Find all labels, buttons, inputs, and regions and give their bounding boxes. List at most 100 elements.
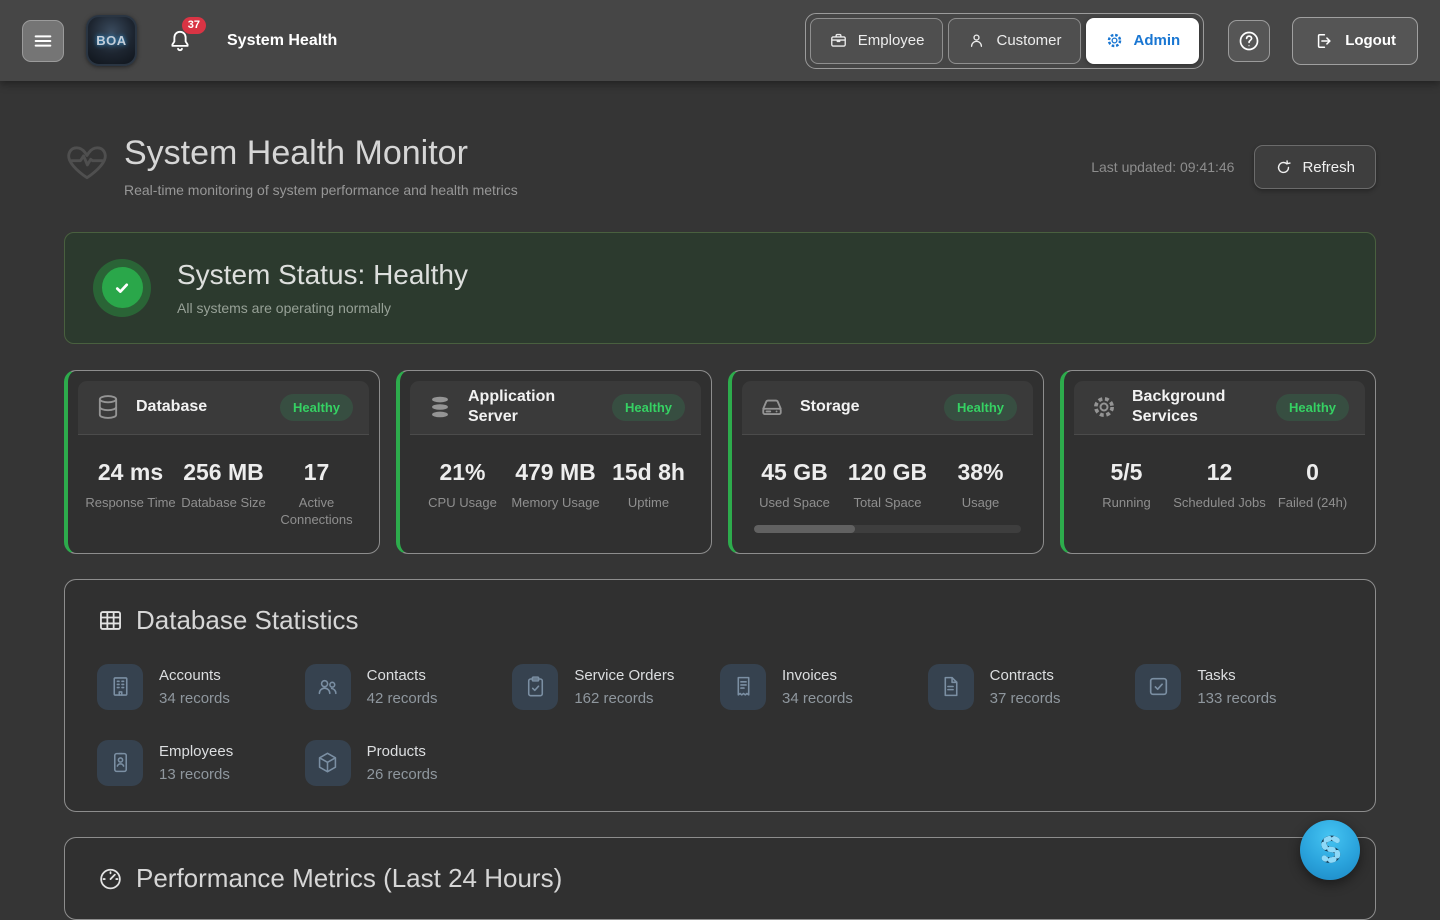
hamburger-icon xyxy=(32,30,54,52)
database-statistics-section: Database Statistics Accounts 34 records … xyxy=(64,579,1376,812)
record-item-name: Contracts xyxy=(990,667,1061,684)
record-item-count: 42 records xyxy=(367,690,438,707)
stat-value: 45 GB xyxy=(748,459,841,486)
notification-bell[interactable]: 37 xyxy=(167,28,193,54)
help-button[interactable] xyxy=(1228,20,1270,62)
health-card-icon xyxy=(758,393,786,421)
health-card: Background Services Healthy 5/5 Running … xyxy=(1060,370,1376,554)
stat-label: Uptime xyxy=(602,494,695,512)
role-label: Customer xyxy=(996,32,1061,49)
status-badge: Healthy xyxy=(944,394,1017,421)
stat-value: 12 xyxy=(1173,459,1266,486)
page-subtitle: Real-time monitoring of system performan… xyxy=(124,182,1091,198)
stat-block: 120 GB Total Space xyxy=(841,459,934,512)
page-title: System Health Monitor xyxy=(124,133,1091,174)
role-label: Employee xyxy=(858,32,925,49)
app-logo: BOA xyxy=(86,15,137,66)
stat-value: 17 xyxy=(270,459,363,486)
chat-assistant-button[interactable] xyxy=(1300,820,1360,880)
app-title: System Health xyxy=(227,32,337,50)
stat-value: 5/5 xyxy=(1080,459,1173,486)
table-grid-icon xyxy=(97,607,124,634)
stat-label: Failed (24h) xyxy=(1266,494,1359,512)
stat-label: Database Size xyxy=(177,494,270,512)
stat-value: 24 ms xyxy=(84,459,177,486)
stat-label: Memory Usage xyxy=(509,494,602,512)
health-card-title: Database xyxy=(136,397,266,417)
stat-block: 479 MB Memory Usage xyxy=(509,459,602,512)
stat-value: 38% xyxy=(934,459,1027,486)
record-item-count: 26 records xyxy=(367,766,438,783)
logout-label: Logout xyxy=(1345,32,1396,49)
stat-block: 24 ms Response Time xyxy=(84,459,177,529)
role-button[interactable]: Admin xyxy=(1086,18,1200,64)
logout-icon xyxy=(1314,31,1334,51)
health-card-stats: 5/5 Running 12 Scheduled Jobs 0 Failed (… xyxy=(1074,435,1365,512)
app-logo-text: BOA xyxy=(96,33,126,48)
performance-metrics-title: Performance Metrics (Last 24 Hours) xyxy=(136,863,562,894)
main-content: System Health Monitor Real-time monitori… xyxy=(0,81,1440,920)
record-count-item: Service Orders 162 records xyxy=(512,664,720,710)
refresh-label: Refresh xyxy=(1302,159,1355,176)
status-subtitle: All systems are operating normally xyxy=(177,300,468,316)
record-count-item: Contacts 42 records xyxy=(305,664,513,710)
stat-label: Active Connections xyxy=(270,494,363,529)
health-card-header: Background Services Healthy xyxy=(1074,381,1365,435)
notification-badge: 37 xyxy=(182,17,206,34)
speedometer-icon xyxy=(97,865,124,892)
stat-block: 15d 8h Uptime xyxy=(602,459,695,512)
stat-block: 12 Scheduled Jobs xyxy=(1173,459,1266,512)
health-card-header: Storage Healthy xyxy=(742,381,1033,435)
question-circle-icon xyxy=(1237,29,1261,53)
status-title: System Status: Healthy xyxy=(177,259,468,291)
record-count-item: Contracts 37 records xyxy=(928,664,1136,710)
last-updated-text: Last updated: 09:41:46 xyxy=(1091,159,1234,175)
health-card-stats: 24 ms Response Time 256 MB Database Size… xyxy=(78,435,369,529)
record-item-name: Invoices xyxy=(782,667,853,684)
stat-block: 45 GB Used Space xyxy=(748,459,841,512)
record-item-icon xyxy=(305,664,351,710)
health-cards-row: Database Healthy 24 ms Response Time 256… xyxy=(64,370,1376,554)
role-switcher: Employee Customer Admin xyxy=(805,13,1204,69)
record-item-name: Products xyxy=(367,743,438,760)
stat-label: Response Time xyxy=(84,494,177,512)
stat-label: CPU Usage xyxy=(416,494,509,512)
record-item-count: 133 records xyxy=(1197,690,1276,707)
database-statistics-title: Database Statistics xyxy=(136,605,359,636)
record-count-item: Products 26 records xyxy=(305,740,513,786)
performance-metrics-section: Performance Metrics (Last 24 Hours) xyxy=(64,837,1376,920)
record-item-name: Accounts xyxy=(159,667,230,684)
top-navbar: BOA 37 System Health Employee Customer xyxy=(0,0,1440,81)
storage-usage-progress-fill xyxy=(754,525,855,533)
role-button[interactable]: Employee xyxy=(810,18,944,64)
health-card-icon xyxy=(94,393,122,421)
health-card-header: Database Healthy xyxy=(78,381,369,435)
refresh-button[interactable]: Refresh xyxy=(1254,145,1376,189)
role-icon xyxy=(967,31,986,50)
stat-value: 15d 8h xyxy=(602,459,695,486)
role-button[interactable]: Customer xyxy=(948,18,1080,64)
stat-block: 38% Usage xyxy=(934,459,1027,512)
status-badge: Healthy xyxy=(1276,394,1349,421)
health-card: Storage Healthy 45 GB Used Space 120 GB … xyxy=(728,370,1044,554)
role-label: Admin xyxy=(1134,32,1181,49)
health-card: Application Server Healthy 21% CPU Usage… xyxy=(396,370,712,554)
stat-value: 21% xyxy=(416,459,509,486)
refresh-icon xyxy=(1275,159,1292,176)
stat-block: 21% CPU Usage xyxy=(416,459,509,512)
health-card-title: Background Services xyxy=(1132,387,1262,427)
stat-label: Usage xyxy=(934,494,1027,512)
health-card-header: Application Server Healthy xyxy=(410,381,701,435)
record-item-count: 13 records xyxy=(159,766,233,783)
stat-value: 256 MB xyxy=(177,459,270,486)
status-badge: Healthy xyxy=(280,394,353,421)
record-count-item: Invoices 34 records xyxy=(720,664,928,710)
record-item-icon xyxy=(512,664,558,710)
record-count-item: Tasks 133 records xyxy=(1135,664,1343,710)
health-card-title: Application Server xyxy=(468,387,598,427)
menu-button[interactable] xyxy=(22,20,64,62)
record-item-count: 34 records xyxy=(782,690,853,707)
health-card-icon xyxy=(1090,393,1118,421)
stat-label: Running xyxy=(1080,494,1173,512)
logout-button[interactable]: Logout xyxy=(1292,17,1418,65)
